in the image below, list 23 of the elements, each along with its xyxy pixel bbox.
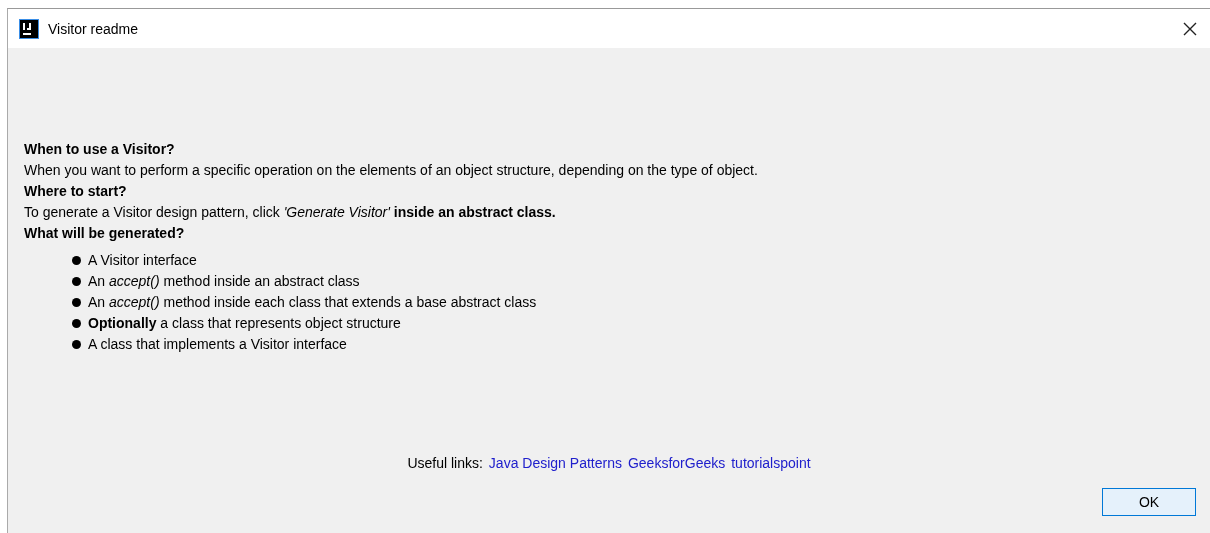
link[interactable]: Java Design Patterns xyxy=(488,455,622,471)
list-item: An accept() method inside each class that extends a base abstract class xyxy=(88,293,537,312)
paragraph: When you want to perform a specific operation on the elements of an object structure, depending on the type of object. xyxy=(24,161,759,180)
section-heading: What will be generated? xyxy=(24,224,186,243)
list-item: Optionally a class that represents object structure xyxy=(88,314,401,333)
paragraph: To generate a Visitor design pattern, click 'Generate Visitor' inside an abstract class. xyxy=(24,203,557,222)
app-icon xyxy=(19,18,39,39)
list-item: A Visitor interface xyxy=(88,251,197,270)
bullet-icon xyxy=(72,298,81,307)
list-item: A class that implements a Visitor interface xyxy=(88,335,347,354)
window-title: Visitor readme xyxy=(48,20,138,37)
bullet-icon xyxy=(72,340,81,349)
link[interactable]: GeeksforGeeks xyxy=(627,455,726,471)
list-item: An accept() method inside an abstract class xyxy=(88,272,360,291)
section-heading: When to use a Visitor? xyxy=(24,140,176,159)
bullet-icon xyxy=(72,277,81,286)
section-heading: Where to start? xyxy=(24,182,128,201)
link[interactable]: tutorialspoint xyxy=(731,455,811,471)
links-label: Useful links: xyxy=(407,455,483,471)
bullet-icon xyxy=(72,256,81,265)
close-icon xyxy=(1183,21,1197,36)
ok-button[interactable]: OK xyxy=(1102,488,1196,516)
bullet-icon xyxy=(72,319,81,328)
